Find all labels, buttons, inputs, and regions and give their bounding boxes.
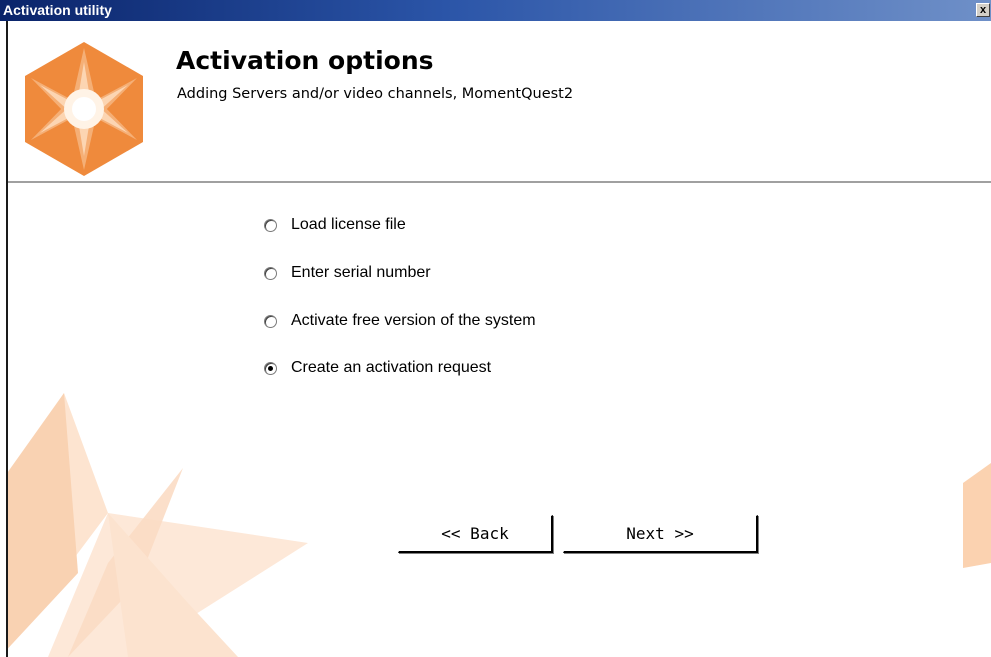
window-title: Activation utility	[3, 2, 112, 18]
option-load-license-file[interactable]: Load license file	[264, 214, 406, 236]
option-activate-free-version[interactable]: Activate free version of the system	[264, 310, 536, 332]
back-button[interactable]: << Back	[398, 515, 553, 553]
option-create-activation-request[interactable]: Create an activation request	[264, 357, 491, 379]
radio-button[interactable]	[264, 218, 277, 232]
activation-window: Activation utility x Activation options …	[0, 0, 991, 657]
title-bar[interactable]: Activation utility x	[0, 0, 991, 21]
orange-star-hexagon-logo-icon	[25, 42, 143, 176]
option-label: Load license file	[291, 216, 406, 233]
next-button[interactable]: Next >>	[563, 515, 758, 553]
radio-button-selected[interactable]	[264, 361, 277, 375]
radio-button[interactable]	[264, 314, 277, 328]
option-label: Activate free version of the system	[291, 312, 536, 329]
option-label: Enter serial number	[291, 264, 431, 281]
page-title: Activation options	[176, 46, 434, 75]
background-star-decoration-icon	[8, 393, 991, 657]
option-label: Create an activation request	[291, 359, 492, 376]
page-subtitle: Adding Servers and/or video channels, Mo…	[177, 86, 574, 102]
radio-button[interactable]	[264, 266, 277, 280]
option-enter-serial-number[interactable]: Enter serial number	[264, 262, 431, 284]
close-button[interactable]: x	[976, 3, 990, 17]
